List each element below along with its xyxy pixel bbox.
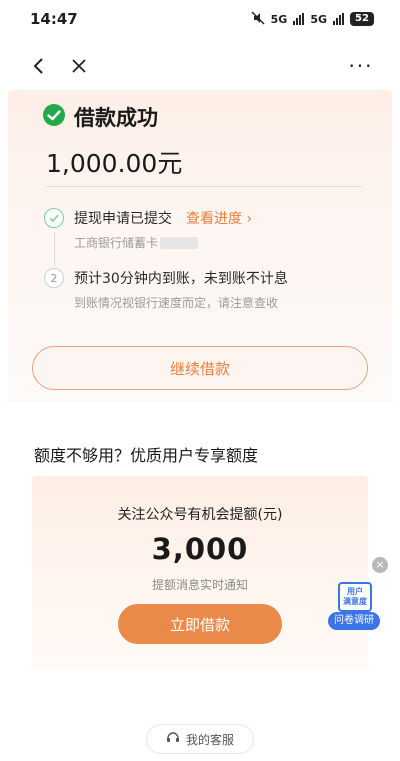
promo-heading: 额度不够用？优质用户专享额度 <box>34 446 259 465</box>
survey-icon: 用户 满意度 <box>338 582 372 612</box>
customer-service-label: 我的客服 <box>185 732 234 747</box>
continue-borrow-button[interactable]: 继续借款 <box>32 346 368 390</box>
survey-widget[interactable]: 用户 满意度 问卷调研 <box>328 580 380 632</box>
promo-amount: 3,000 <box>151 532 249 566</box>
borrow-now-button[interactable]: 立即借款 <box>118 604 282 644</box>
signal-icon-2 <box>333 13 344 25</box>
step-check-icon <box>44 208 64 228</box>
step-number: 2 <box>44 268 64 288</box>
masked-card-number <box>160 236 199 249</box>
headset-icon <box>166 731 180 748</box>
close-icon[interactable] <box>64 51 94 81</box>
view-progress-link[interactable]: 查看进度 › <box>186 208 252 228</box>
step-submitted: 提现申请已提交 查看进度 › 工商银行储蓄卡 <box>44 208 252 251</box>
survey-close-icon[interactable]: × <box>372 557 388 573</box>
step2-sub: 到账情况视银行速度而定，请注意查收 <box>74 296 279 310</box>
status-indicators: 5G 5G 52 <box>251 10 374 28</box>
status-time: 14:47 <box>30 10 78 28</box>
check-circle-icon <box>42 103 66 131</box>
bank-card-label: 工商银行储蓄卡 <box>74 236 159 250</box>
mute-icon <box>251 10 265 28</box>
step-arrival: 2 预计30分钟内到账，未到账不计息 到账情况视银行速度而定，请注意查收 <box>44 268 288 311</box>
customer-service-button[interactable]: 我的客服 <box>146 724 254 754</box>
promo-note: 提额消息实时通知 <box>151 578 248 592</box>
loan-amount: 1,000.00元 <box>46 149 183 178</box>
network-label-2: 5G <box>310 12 327 26</box>
more-icon[interactable]: ··· <box>346 51 376 81</box>
success-title: 借款成功 <box>74 106 158 130</box>
signal-icon <box>293 13 305 25</box>
survey-label: 问卷调研 <box>328 612 380 630</box>
divider <box>46 186 362 187</box>
promo-card: 关注公众号有机会提额(元) 3,000 提额消息实时通知 立即借款 <box>32 476 368 670</box>
network-label: 5G <box>270 12 288 26</box>
battery-icon: 52 <box>350 12 374 26</box>
success-header: 借款成功 <box>42 102 158 132</box>
status-bar: 14:47 5G 5G 52 <box>0 0 400 38</box>
promo-subtitle: 关注公众号有机会提额(元) <box>117 507 283 523</box>
step2-text: 预计30分钟内到账，未到账不计息 <box>74 271 288 287</box>
survey-icon-text: 用户 满意度 <box>343 587 367 606</box>
promo-panel: 额度不够用？优质用户专享额度 关注公众号有机会提额(元) 3,000 提额消息实… <box>20 430 380 684</box>
step1-text: 提现申请已提交 <box>74 211 172 227</box>
back-icon[interactable] <box>24 51 54 81</box>
nav-bar: ··· <box>0 48 400 84</box>
